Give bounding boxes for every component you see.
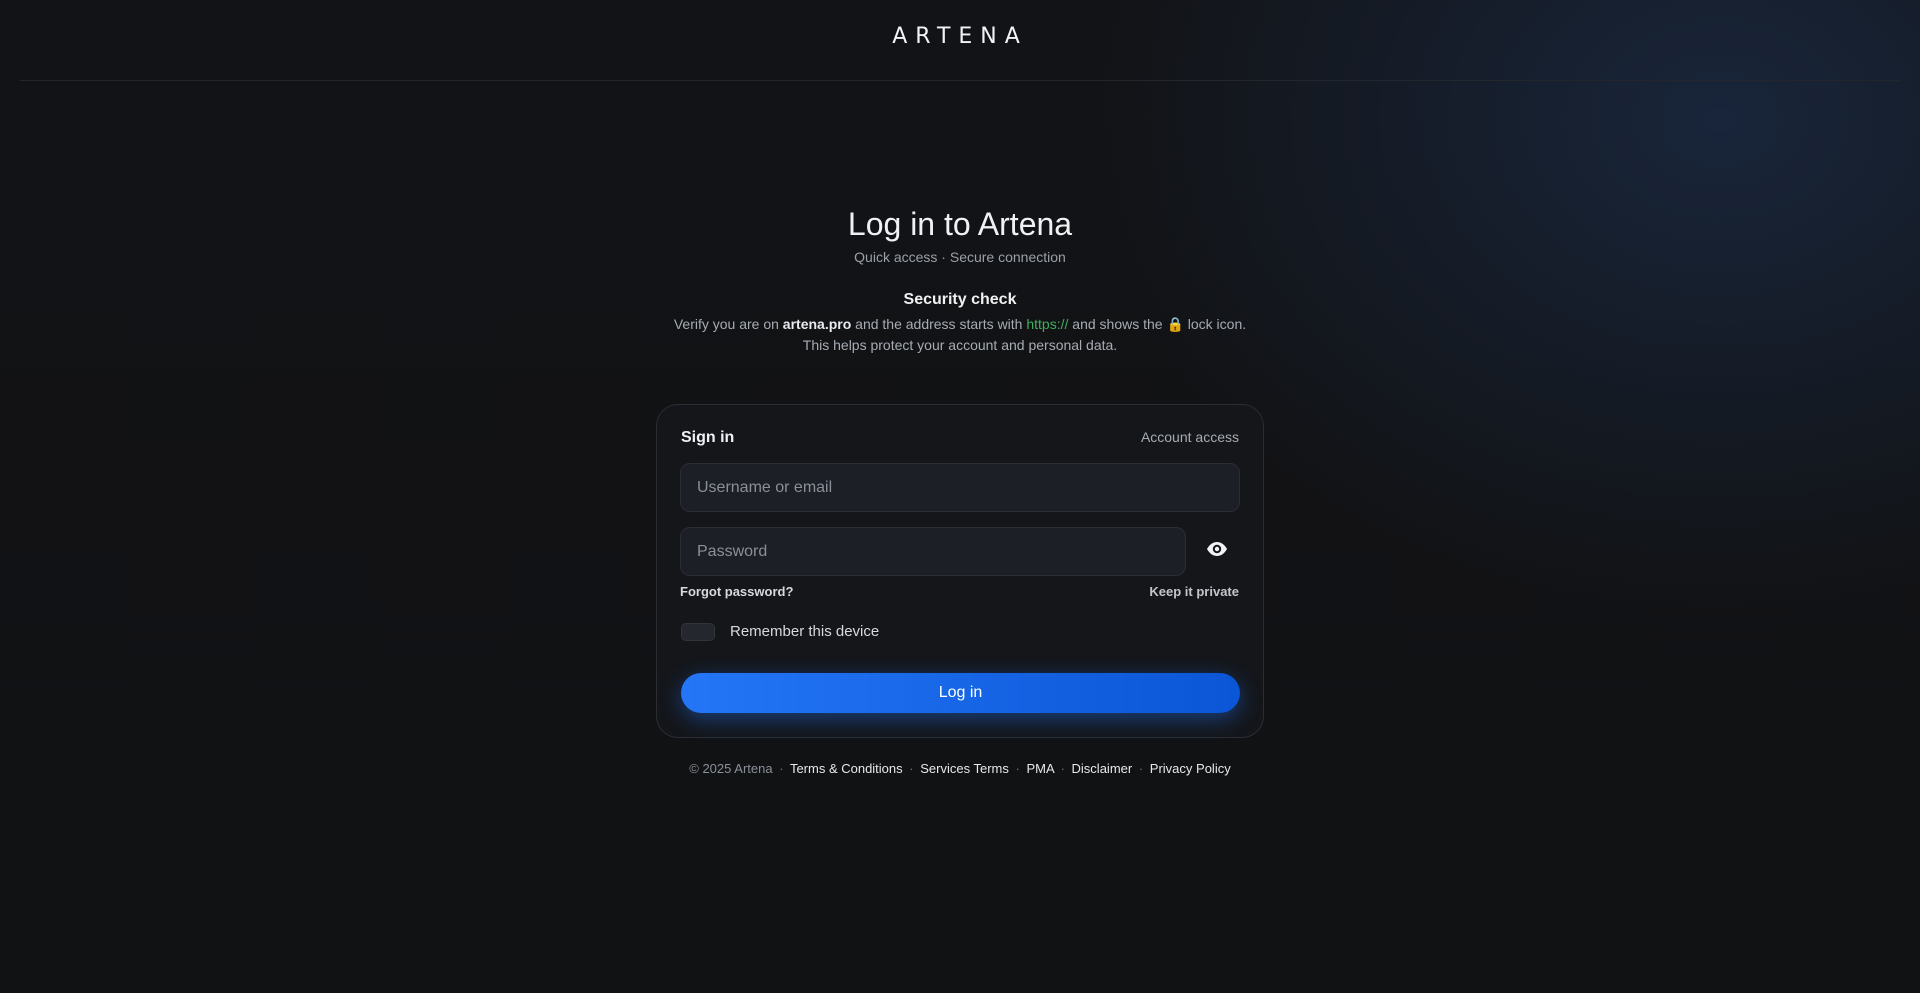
footer-copyright: © 2025 Artena — [689, 761, 773, 776]
footer-link-pma[interactable]: PMA — [1026, 761, 1053, 776]
security-check-line-1: Verify you are on artena.pro and the add… — [0, 316, 1920, 333]
username-input[interactable] — [680, 463, 1240, 512]
security-https: https:// — [1026, 316, 1069, 332]
footer-separator: · — [1138, 761, 1144, 776]
footer-link-terms[interactable]: Terms & Conditions — [790, 761, 903, 776]
page-title: Log in to Artena — [847, 206, 1073, 242]
footer-separator: · — [1060, 761, 1065, 776]
security-text-middle: and the address starts with — [851, 316, 1027, 332]
footer-separator: · — [779, 761, 784, 776]
footer: © 2025 Artena · Terms & Conditions · Ser… — [0, 761, 1920, 776]
account-access-link[interactable]: Account access — [1141, 429, 1239, 445]
security-check-line-2: This helps protect your account and pers… — [802, 337, 1118, 353]
security-text-suffix: and shows the 🔒 lock icon. — [1068, 316, 1247, 332]
remember-device-toggle[interactable] — [681, 623, 715, 641]
remember-device-label[interactable]: Remember this device — [730, 623, 879, 640]
keep-private-note: Keep it private — [1149, 584, 1239, 599]
eye-icon[interactable] — [1205, 537, 1229, 561]
footer-separator: · — [909, 761, 914, 776]
password-input[interactable] — [680, 527, 1186, 576]
sign-in-title: Sign in — [681, 429, 735, 446]
footer-link-privacy-policy[interactable]: Privacy Policy — [1150, 761, 1231, 776]
forgot-password-link[interactable]: Forgot password? — [680, 584, 793, 599]
footer-separator: · — [1015, 761, 1020, 776]
security-text-prefix: Verify you are on — [673, 316, 783, 332]
top-header: ARTENA — [20, 0, 1900, 81]
footer-link-disclaimer[interactable]: Disclaimer — [1072, 761, 1133, 776]
page-subtitle: Quick access · Secure connection — [854, 249, 1066, 265]
footer-link-services-terms[interactable]: Services Terms — [920, 761, 1009, 776]
login-card: Sign in Account access Forgot password? … — [656, 404, 1264, 738]
login-button[interactable]: Log in — [681, 673, 1240, 713]
security-domain: artena.pro — [782, 316, 852, 332]
security-check-title: Security check — [903, 291, 1017, 308]
artena-logo[interactable]: ARTENA — [20, 24, 1900, 49]
